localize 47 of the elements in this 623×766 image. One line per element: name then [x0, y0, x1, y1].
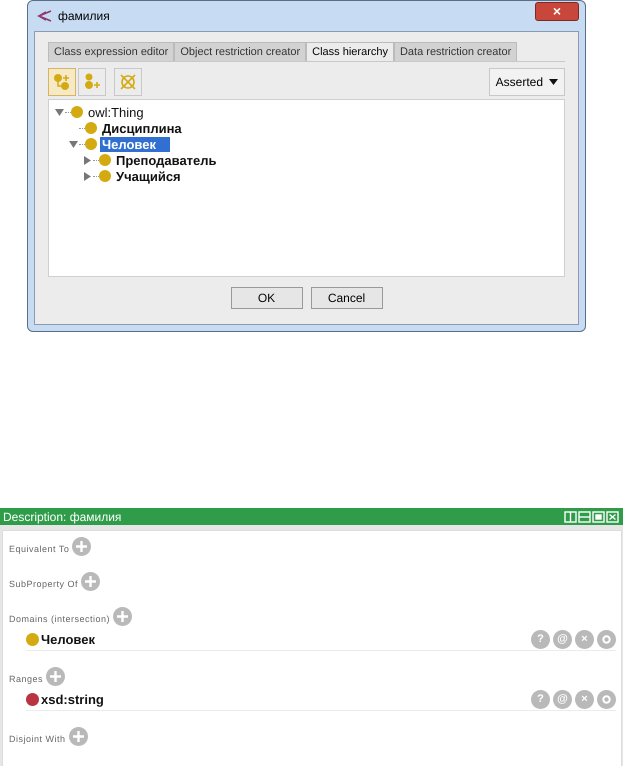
toggle-icon[interactable] [69, 140, 78, 148]
toggle-icon[interactable] [83, 172, 92, 180]
add-icon[interactable] [81, 572, 100, 590]
toggle-icon[interactable] [55, 108, 64, 116]
tree-item[interactable]: owl:Thing [86, 104, 146, 120]
view-dropdown[interactable]: Asserted [488, 68, 565, 96]
edit-icon[interactable] [597, 630, 616, 648]
entity-name: xsd:string [41, 692, 105, 706]
tree-item[interactable]: Человек [100, 136, 170, 152]
add-sibling-button[interactable] [78, 68, 106, 96]
class-icon [85, 122, 97, 134]
tab[interactable]: Data restriction creator [394, 42, 518, 61]
class-icon [99, 154, 111, 166]
section-label: Domains (intersection) [9, 613, 110, 624]
close-button[interactable]: × [535, 2, 579, 20]
section-label: Ranges [9, 673, 44, 684]
panel-title: Description: фамилия [3, 510, 122, 524]
section-label: Equivalent To [9, 543, 70, 554]
tab[interactable]: Class expression editor [48, 42, 174, 61]
view-controls-icon[interactable] [564, 510, 620, 522]
ok-button[interactable]: OK [230, 287, 302, 309]
entity-name: Человек [41, 632, 96, 646]
delete-icon [118, 72, 138, 92]
add-sibling-icon [82, 72, 102, 92]
add-icon[interactable] [113, 606, 132, 626]
edit-icon[interactable] [597, 690, 616, 708]
add-subclass-button[interactable] [48, 68, 76, 96]
app-icon [36, 9, 52, 23]
class-icon [85, 138, 97, 150]
tree-item[interactable]: Дисциплина [100, 120, 184, 136]
delete-button[interactable] [114, 68, 142, 96]
tab[interactable]: Class hierarchy [306, 42, 394, 61]
window-title: фамилия [58, 9, 111, 23]
add-icon[interactable] [68, 726, 88, 746]
caret-icon [549, 79, 558, 85]
class-icon [71, 106, 83, 118]
section-label: Disjoint With [9, 733, 66, 744]
class-icon [99, 170, 111, 182]
tab[interactable]: Object restriction creator [174, 42, 306, 61]
toggle-icon[interactable] [83, 156, 92, 164]
tree-item[interactable]: Преподаватель [114, 152, 219, 168]
add-icon[interactable] [46, 666, 66, 686]
tree-item[interactable]: Учащийся [114, 168, 183, 184]
cancel-button[interactable]: Cancel [310, 287, 382, 309]
add-subclass-icon [52, 72, 72, 92]
section-label: SubProperty Of [9, 578, 78, 589]
add-icon[interactable] [72, 536, 92, 556]
